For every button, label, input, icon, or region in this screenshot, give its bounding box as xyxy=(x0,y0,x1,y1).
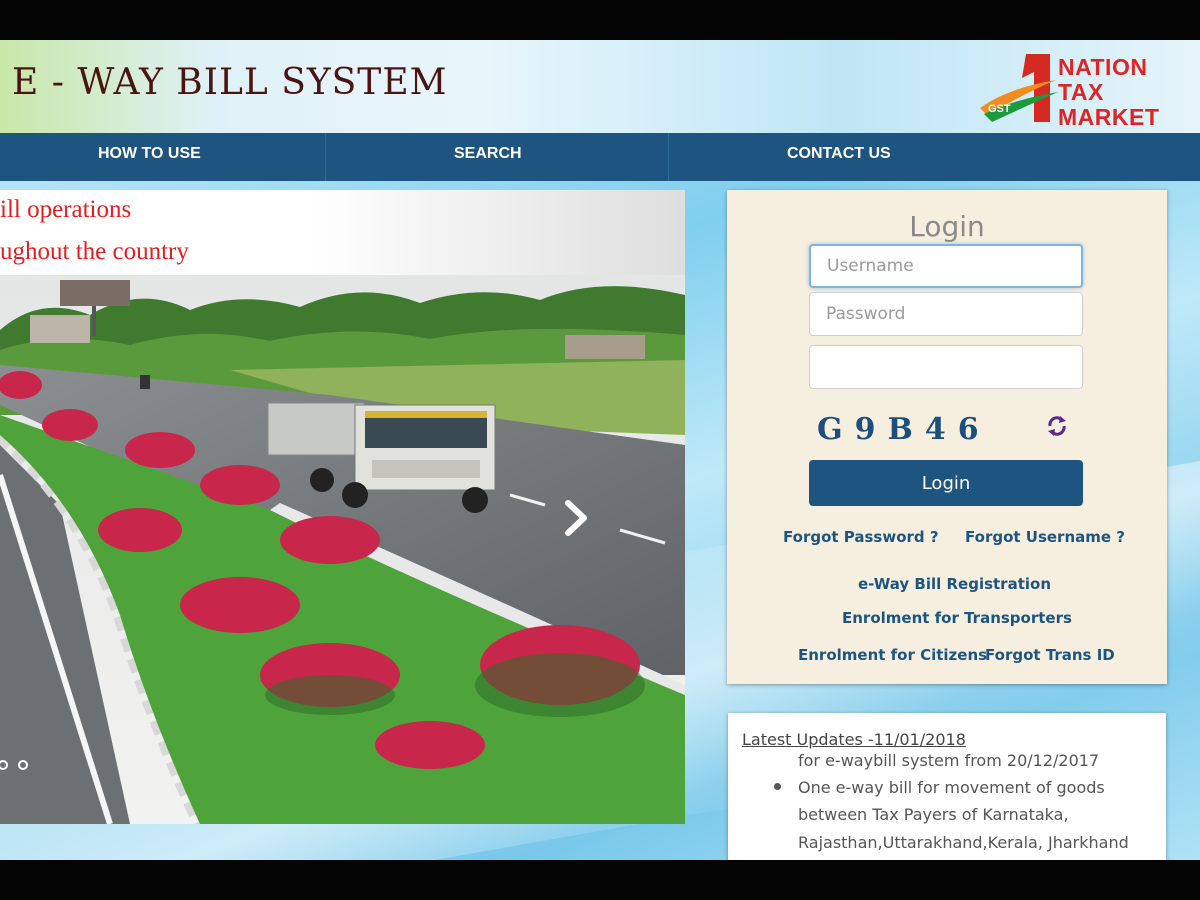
bullet-icon xyxy=(774,783,781,790)
header: E - WAY BILL SYSTEM GST NATION TAX MARKE… xyxy=(0,40,1200,133)
update-text: between Tax Payers of Karnataka, xyxy=(798,805,1069,824)
hero-banner: ill operations ughout the country xyxy=(0,190,685,824)
brand-line-1: NATION xyxy=(1058,54,1148,80)
carousel-dot[interactable] xyxy=(18,760,28,770)
password-input[interactable] xyxy=(809,292,1083,336)
login-title: Login xyxy=(909,210,985,243)
brand-line-2: TAX xyxy=(1058,79,1104,105)
brand-line-3: MARKET xyxy=(1058,104,1160,130)
nav-how-to-use[interactable]: HOW TO USE xyxy=(98,133,201,181)
citizen-enrolment-link[interactable]: Enrolment for Citizens xyxy=(798,646,987,664)
captcha-image: G9B46 xyxy=(817,412,991,447)
gst-logo-icon: GST xyxy=(980,54,1058,122)
login-panel: Login G9B46 Login Forgot Password ? Forg… xyxy=(727,190,1167,684)
refresh-icon[interactable] xyxy=(1045,414,1069,438)
username-input[interactable] xyxy=(809,244,1083,288)
captcha-input[interactable] xyxy=(809,345,1083,389)
nav-contact-us[interactable]: CONTACT US xyxy=(787,133,891,181)
chevron-right-icon[interactable] xyxy=(560,498,590,538)
login-button[interactable]: Login xyxy=(809,460,1083,506)
transporter-enrolment-link[interactable]: Enrolment for Transporters xyxy=(842,609,1072,627)
banner-text-line: ughout the country xyxy=(0,238,189,265)
eway-bill-page: E - WAY BILL SYSTEM GST NATION TAX MARKE… xyxy=(0,40,1200,860)
banner-text-line: ill operations xyxy=(0,196,132,223)
forgot-username-link[interactable]: Forgot Username ? xyxy=(965,528,1125,546)
registration-link[interactable]: e-Way Bill Registration xyxy=(858,575,1051,593)
brand-logo: GST NATION TAX MARKET xyxy=(978,50,1193,130)
update-text: for e-waybill system from 20/12/2017 xyxy=(798,751,1100,770)
update-text: Rajasthan,Uttarakhand,Kerala, Jharkhand xyxy=(798,833,1129,852)
forgot-trans-id-link[interactable]: Forgot Trans ID xyxy=(985,646,1115,664)
main-navbar: HOW TO USE SEARCH CONTACT US xyxy=(0,133,1200,255)
latest-updates-panel: Latest Updates -11/01/2018 for e-waybill… xyxy=(728,713,1166,860)
updates-heading[interactable]: Latest Updates -11/01/2018 xyxy=(742,730,966,749)
nav-divider xyxy=(325,133,326,181)
forgot-password-link[interactable]: Forgot Password ? xyxy=(783,528,939,546)
nav-divider xyxy=(668,133,669,181)
update-text: One e-way bill for movement of goods xyxy=(798,778,1105,797)
highway-truck-photo xyxy=(0,275,685,824)
banner-text-bar: ill operations ughout the country xyxy=(0,190,685,275)
site-title: E - WAY BILL SYSTEM xyxy=(12,62,448,103)
gst-badge-text: GST xyxy=(988,103,1011,115)
nav-search[interactable]: SEARCH xyxy=(454,133,522,181)
